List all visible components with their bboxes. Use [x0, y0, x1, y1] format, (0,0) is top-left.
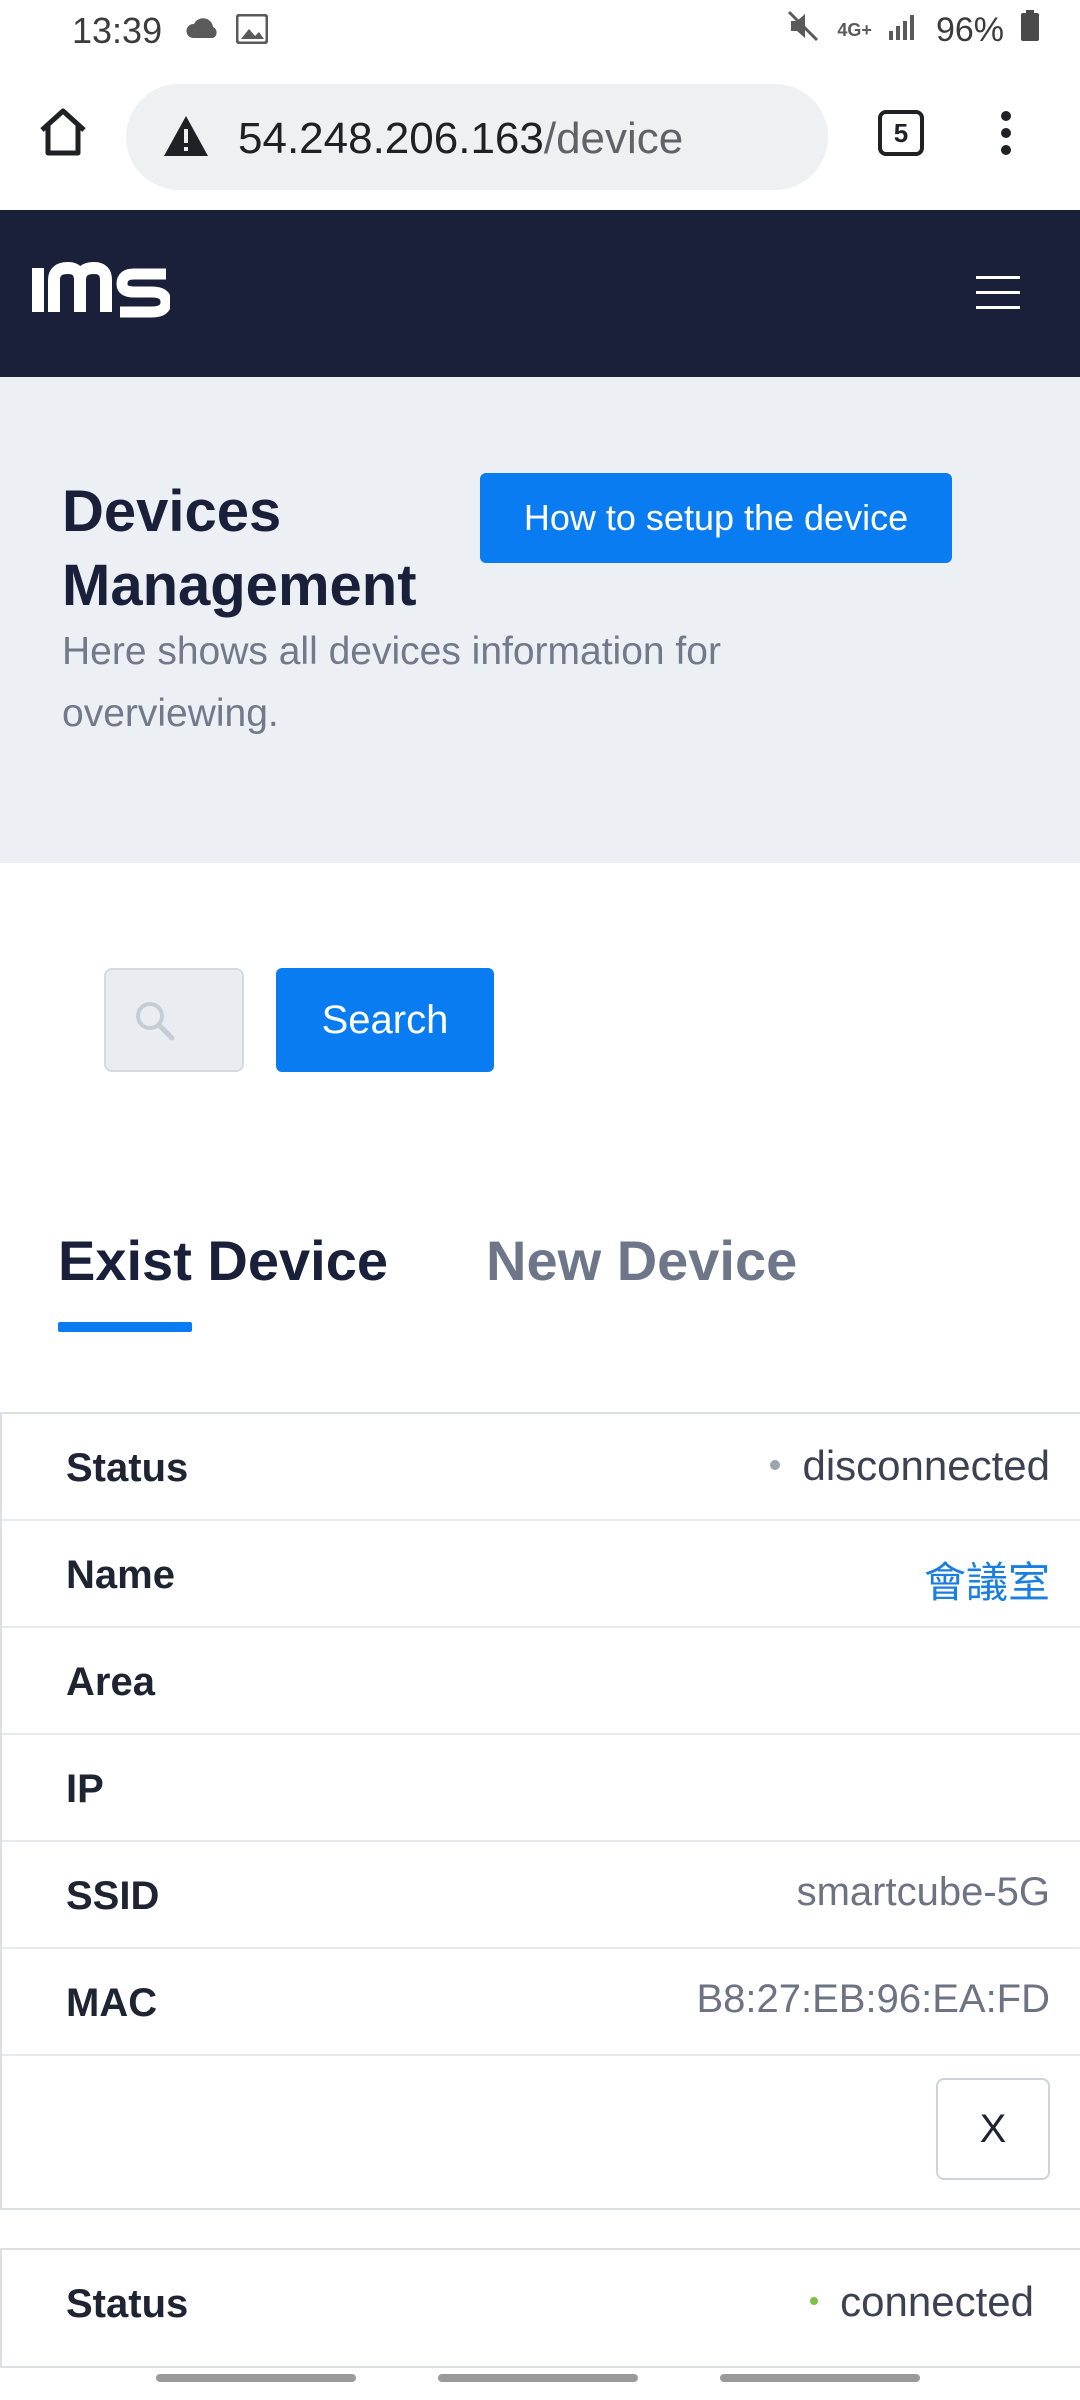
device-row-mac: MAC B8:27:EB:96:EA:FD — [2, 1949, 1080, 2056]
mute-icon — [787, 10, 821, 51]
nav-gesture-right — [720, 2374, 920, 2382]
battery-percent: 96% — [935, 11, 1004, 49]
home-icon[interactable] — [38, 106, 88, 163]
signal-icon — [888, 11, 920, 50]
status-time: 13:39 — [72, 10, 163, 51]
page-subtitle: Here shows all devices information for o… — [62, 630, 721, 735]
more-options-icon[interactable] — [998, 110, 1014, 161]
battery-icon — [1020, 10, 1040, 51]
tab-new-device[interactable]: New Device — [486, 1228, 797, 1293]
device-row-status: Status disconnected — [2, 1414, 1080, 1521]
url-path: /device — [543, 114, 684, 163]
tab-exist-device[interactable]: Exist Device — [58, 1228, 388, 1293]
row-label: Name — [66, 1553, 175, 1597]
device-name-link[interactable]: 會議室 — [924, 1549, 1050, 1610]
device-row-ssid: SSID smartcube-5G — [2, 1842, 1080, 1949]
status-dot — [810, 2296, 819, 2305]
delete-device-button[interactable]: X — [936, 2078, 1050, 2180]
ims-logo[interactable] — [30, 254, 172, 341]
device-card: Status disconnected Name 會議室 Area IP SSI… — [0, 1412, 1080, 2210]
ims-logo-mark — [32, 261, 172, 318]
page-header: Devices Management How to setup the devi… — [0, 377, 1080, 863]
menu-hamburger-icon[interactable] — [976, 276, 1020, 310]
row-label: IP — [66, 1767, 104, 1811]
url-text[interactable]: 54.248.206.163/device — [238, 114, 683, 164]
nav-gesture-left — [156, 2374, 356, 2382]
ssid-value: smartcube-5G — [796, 1870, 1050, 1914]
url-host: 54.248.206.163 — [238, 114, 544, 163]
status-text: connected — [840, 2278, 1034, 2325]
device-row-area: Area — [2, 1628, 1080, 1735]
status-text: disconnected — [802, 1442, 1050, 1489]
device-row-ip: IP — [2, 1735, 1080, 1842]
mac-value: B8:27:EB:96:EA:FD — [696, 1977, 1050, 2021]
row-label: Status — [66, 2282, 189, 2326]
system-status-bar: 13:39 4G+ 96% — [0, 0, 1080, 66]
device-row-status: Status connected — [2, 2250, 1080, 2357]
status-value: connected — [810, 2278, 1034, 2326]
search-input[interactable] — [104, 968, 244, 1072]
row-label: MAC — [66, 1981, 158, 2025]
device-row-actions: X — [2, 2056, 1080, 2208]
address-bar[interactable]: 54.248.206.163/device — [126, 84, 828, 190]
search-icon — [136, 1002, 175, 1041]
network-type: 4G+ — [837, 20, 872, 40]
device-card: Status connected — [0, 2248, 1080, 2368]
browser-toolbar: 54.248.206.163/device 5 — [0, 66, 1080, 208]
status-dot — [770, 1459, 781, 1470]
page-title: Devices Management — [62, 479, 417, 618]
row-label: Area — [66, 1660, 155, 1704]
image-icon — [235, 13, 269, 49]
row-label: Status — [66, 1446, 189, 1490]
nav-gesture-center — [438, 2374, 638, 2382]
cloud-icon — [184, 14, 222, 47]
warning-icon[interactable] — [162, 114, 210, 163]
status-right: 4G+ 96% — [787, 10, 1040, 51]
active-tab-indicator — [58, 1322, 192, 1332]
search-button[interactable]: Search — [276, 968, 494, 1072]
status-value: disconnected — [770, 1442, 1050, 1490]
setup-guide-button[interactable]: How to setup the device — [480, 473, 952, 563]
app-navbar — [0, 210, 1080, 377]
row-label: SSID — [66, 1874, 160, 1918]
tab-switcher-button[interactable]: 5 — [878, 110, 924, 156]
device-row-name: Name 會議室 — [2, 1521, 1080, 1628]
